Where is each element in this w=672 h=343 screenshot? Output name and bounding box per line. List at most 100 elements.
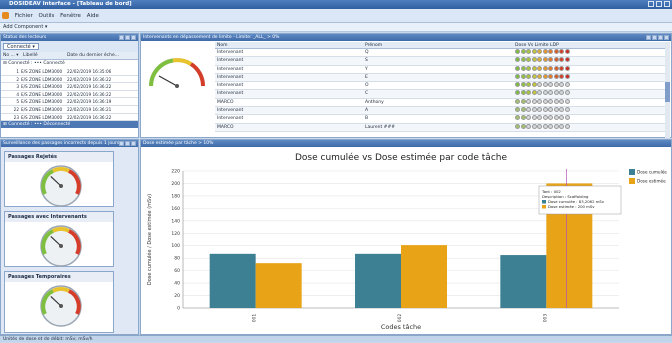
y-tick-label: 0 — [177, 306, 180, 312]
x-tick-label: 002 — [397, 314, 403, 323]
y-tick-label: 20 — [174, 293, 180, 299]
y-tick-label: 200 — [171, 181, 180, 187]
status-text: Unités de dose et de débit: mSv; mSv/h — [3, 337, 93, 342]
table-row[interactable]: Intervenant O — [215, 82, 667, 91]
passages-gauge-card: Passages avec Intervenants — [4, 211, 114, 267]
close-icon[interactable] — [664, 1, 670, 7]
readers-table-header: No ... ▾ Libellé Date du dernier éche... — [1, 52, 138, 60]
table-row[interactable]: MARCO Anthony — [215, 98, 667, 108]
tooltip-swatch — [542, 205, 546, 209]
table-row[interactable]: 3 E/S ZONE LDM3000 22/02/2019 16:36:22 — [1, 83, 138, 91]
exceed-gauge — [149, 58, 206, 88]
passages-panel-header: Surveillance des passages incorrects dep… — [1, 140, 138, 147]
dose-level-indicator — [515, 82, 570, 88]
add-component-bar: Add Component ▾ — [0, 23, 672, 32]
passages-panel: Surveillance des passages incorrects dep… — [0, 139, 139, 335]
col-no[interactable]: No ... ▾ — [1, 52, 23, 60]
panel-max-icon[interactable] — [658, 35, 663, 40]
chart-bar — [355, 253, 401, 308]
panel-restore-icon[interactable] — [119, 35, 124, 40]
app-logo-icon — [2, 12, 9, 19]
dose-level-indicator — [515, 107, 570, 113]
table-row[interactable]: 5 E/S ZONE LDM3000 22/02/2019 16:36:19 — [1, 98, 138, 106]
menu-fichier[interactable]: Fichier — [15, 13, 33, 19]
table-row[interactable]: 4 E/S ZONE LDM3000 22/02/2019 16:36:22 — [1, 91, 138, 99]
y-tick-label: 80 — [174, 256, 180, 262]
table-row[interactable]: MARCO Laurent ### — [215, 123, 667, 132]
y-tick-label: 140 — [171, 218, 180, 224]
dose-level-indicator — [515, 65, 570, 72]
passages-panel-title: Surveillance des passages incorrects dep… — [3, 141, 120, 146]
add-component-button[interactable]: Add Component ▾ — [3, 24, 47, 30]
y-axis-label: Dose cumulée / Dose estimée (mSv) — [146, 194, 153, 285]
table-row[interactable]: Intervenant E — [215, 73, 667, 83]
dose-panel-title: Dose estimée par tâche > 10% — [143, 141, 214, 146]
dose-level-indicator — [515, 49, 570, 55]
table-row[interactable]: Intervenant C — [215, 90, 667, 99]
panel-close-icon[interactable] — [131, 35, 136, 40]
dose-chart: Dose cumulée vs Dose estimée par code tâ… — [146, 152, 667, 331]
dose-level-indicator — [515, 115, 570, 121]
y-tick-label: 120 — [171, 231, 180, 237]
table-row[interactable]: 23 E/S ZONE LDM3000 22/02/2019 16:36:22 — [1, 114, 138, 122]
table-row[interactable]: Intervenant S — [215, 57, 667, 66]
exceed-panel: Intervenants en dépassement de limite - … — [140, 33, 672, 138]
tooltip-swatch — [542, 200, 546, 204]
dose-panel: Dose estimée par tâche > 10% Dose cumulé… — [140, 139, 672, 335]
panel-close-icon[interactable] — [131, 141, 136, 146]
dose-level-indicator — [515, 57, 570, 63]
table-row[interactable]: 22 E/S ZONE LDM3000 22/02/2019 16:36:21 — [1, 106, 138, 114]
reader-filter-dropdown[interactable]: Connecté ▾ — [3, 43, 39, 50]
readers-panel: Status des lecteurs Connecté ▾ No ... ▾ L… — [0, 33, 139, 138]
menu-fenetre[interactable]: Fenêtre — [60, 13, 81, 19]
group-connected[interactable]: ⊟ Connecté : ••• Connecté — [1, 60, 138, 68]
menu-aide[interactable]: Aide — [87, 13, 99, 19]
chart-bar — [209, 253, 256, 308]
panel-settings-icon[interactable] — [646, 35, 651, 40]
table-row[interactable]: Intervenant B — [215, 115, 667, 124]
panel-restore-icon[interactable] — [652, 35, 657, 40]
chart-bar — [401, 245, 447, 308]
exceed-panel-title: Intervenants en dépassement de limite - … — [143, 35, 280, 40]
chart-bar — [500, 255, 547, 308]
panel-max-icon[interactable] — [125, 141, 130, 146]
col-nom[interactable]: Nom — [215, 42, 365, 49]
panel-restore-icon[interactable] — [119, 141, 124, 146]
passages-gauge-card: Passages Temporaires — [4, 271, 114, 333]
window-title: DOSIDEAV Interface - [Tableau de bord] — [9, 1, 132, 7]
tooltip-entry: Dose estimée : 200 mSv — [548, 204, 595, 209]
y-tick-label: 160 — [171, 206, 180, 212]
exceed-scrollbar[interactable] — [665, 42, 670, 138]
table-row[interactable]: 1 E/S ZONE LDM3000 22/02/2019 16:35:06 — [1, 68, 138, 76]
table-row[interactable]: Intervenant Q — [215, 49, 667, 58]
legend-label: Dose cumulée — [637, 170, 667, 175]
gauge-hub — [59, 304, 63, 308]
col-label[interactable]: Libellé — [23, 52, 67, 60]
passages-gauge — [40, 165, 82, 207]
col-dose-vs-limite[interactable]: Dose Vs Limite LDP — [515, 42, 559, 49]
panel-close-icon[interactable] — [664, 35, 669, 40]
table-row[interactable]: 2 E/S ZONE LDM3000 22/02/2019 16:36:22 — [1, 76, 138, 84]
readers-panel-header: Status des lecteurs — [1, 34, 138, 41]
minimize-icon[interactable] — [648, 1, 654, 7]
x-tick-label: 001 — [252, 314, 258, 323]
maximize-icon[interactable] — [656, 1, 662, 7]
panel-max-icon[interactable] — [125, 35, 130, 40]
dose-level-indicator — [515, 123, 570, 130]
dose-level-indicator — [515, 73, 570, 80]
menu-outils[interactable]: Outils — [38, 13, 54, 19]
group-disconnected[interactable]: ⊞ Connecté : ••• Déconnecté — [1, 121, 138, 129]
table-row[interactable]: Intervenant Y — [215, 65, 667, 74]
legend-swatch — [629, 178, 635, 184]
chart-title: Dose cumulée vs Dose estimée par code tâ… — [295, 152, 507, 163]
passages-gauge — [40, 225, 82, 267]
exceed-table-header: Nom Prénom Dose Vs Limite LDP — [215, 42, 667, 49]
col-date[interactable]: Date du dernier éche... — [67, 52, 135, 60]
dose-level-indicator — [515, 98, 570, 105]
table-row[interactable]: Intervenant A — [215, 107, 667, 116]
legend-swatch — [629, 169, 635, 175]
col-prenom[interactable]: Prénom — [365, 42, 515, 49]
gauge-title: Passages Rejetés — [5, 152, 113, 162]
legend-label: Dose estimée — [637, 179, 666, 184]
status-bar: Unités de dose et de débit: mSv; mSv/h — [0, 335, 672, 342]
